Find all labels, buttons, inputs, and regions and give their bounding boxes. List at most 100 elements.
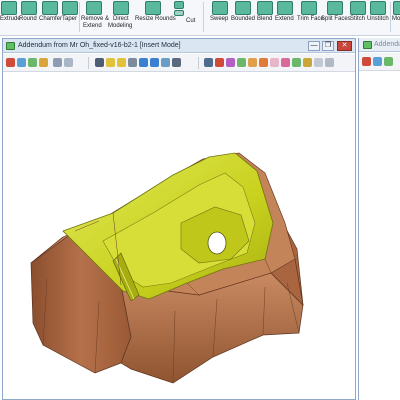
highlight-icon[interactable] [292,58,301,67]
taper-icon [62,1,78,15]
cut-label: Cut [186,18,196,24]
remove-extend-button[interactable]: Remove & Extend [81,0,110,34]
select-icon[interactable] [362,57,371,66]
shade-icon[interactable] [28,58,37,67]
split-faces-button[interactable]: Split Faces [321,0,351,34]
extend-button[interactable]: Extend [275,0,296,34]
zebra-icon[interactable] [270,58,279,67]
view-cube-icon[interactable] [161,58,170,67]
cut-icon [174,1,184,9]
analysis-icon[interactable] [237,58,246,67]
deviation-icon[interactable] [281,58,290,67]
light-2-icon[interactable] [117,58,126,67]
round-label: Round [19,16,37,22]
extrude-icon [1,1,17,15]
bounded-button[interactable]: Bounded [231,0,255,34]
view-toolbar [3,54,355,72]
blend-label: Blend [257,16,273,22]
render-mode-icon[interactable] [39,58,48,67]
more-button[interactable]: Mo [392,0,400,34]
ribbon-divider [390,2,391,32]
zoom-icon[interactable] [172,58,181,67]
window-titlebar: Addendum from Mr Oh_fixed-v16-b2-1 [Inse… [3,39,355,53]
main-document-window: Addendum from Mr Oh_fixed-v16-b2-1 [Inse… [2,38,356,400]
secondary-document-window: Addendum [358,38,400,400]
mold-model [30,152,304,384]
blend-icon [257,1,273,15]
pick-filter-icon[interactable] [17,58,26,67]
remove-extend-label-2: Extend [83,23,102,29]
more-icon [393,1,400,15]
round-icon [21,1,37,15]
toolbar-divider [88,57,89,69]
bounded-label: Bounded [231,16,256,22]
extrude-button[interactable]: Extrude [0,0,21,34]
sweep-label: Sweep [210,16,229,22]
curvature-icon[interactable] [248,58,257,67]
resize-rounds-button[interactable]: Resize Rounds [135,0,176,34]
document-icon [6,42,15,50]
cut-button[interactable]: Cut [172,0,202,34]
window-title: Addendum from Mr Oh_fixed-v16-b2-1 [Inse… [18,42,181,49]
extrude-label: Extrude [0,16,21,22]
document-icon [363,41,372,49]
direct-modeling-label-2: Modeling [108,23,133,29]
taper-button[interactable]: Taper [62,0,78,34]
split-faces-icon [327,1,343,15]
minimize-button[interactable]: — [308,41,320,51]
unstitch-button[interactable]: Unstitch [367,0,389,34]
round-button[interactable]: Round [19,0,37,34]
taper-label: Taper [62,16,78,22]
remove-extend-label: Remove & [81,16,110,22]
ribbon-divider [203,2,204,32]
sweep-icon [212,1,228,15]
resize-rounds-label: Resize Rounds [135,16,176,22]
shade-icon[interactable] [384,57,393,66]
snap-icon[interactable] [95,58,104,67]
view-dropdown-icon[interactable] [53,58,62,67]
secondary-window-title: Addendum [374,41,400,48]
toolbar-divider [198,57,199,69]
resize-rounds-icon [145,1,161,15]
secondary-view-toolbar [359,53,400,71]
unstitch-icon [370,1,386,15]
trim-face-label: Trim Face [297,16,324,22]
measure-icon[interactable] [226,58,235,67]
chevron-down-icon[interactable] [64,58,73,67]
stitch-icon [350,1,366,15]
mirror-icon[interactable] [128,58,137,67]
cut-option-icon [174,10,184,16]
section-icon[interactable] [215,58,224,67]
ribbon-divider [79,2,80,32]
draft-icon[interactable] [259,58,268,67]
select-icon[interactable] [6,58,15,67]
trim-face-icon [301,1,317,15]
blend-button[interactable]: Blend [256,0,274,34]
chamfer-label: Chamfer [39,16,63,22]
options-icon[interactable] [325,58,334,67]
restore-button[interactable]: ❐ [322,41,334,51]
split-faces-label: Split Faces [321,16,351,22]
extend-label: Extend [275,16,294,22]
secondary-window-titlebar[interactable]: Addendum [359,38,400,52]
light-icon[interactable] [106,58,115,67]
ribbon-toolbar: Extrude Round Chamfer Taper Remove & Ext… [0,0,400,36]
direct-modeling-label: Direct [113,16,129,22]
unstitch-label: Unstitch [367,16,389,22]
trim-face-button[interactable]: Trim Face [297,0,324,34]
direct-modeling-icon [113,1,129,15]
arrow-left-icon[interactable] [139,58,148,67]
direct-modeling-button[interactable]: Direct Modeling [108,0,134,34]
graphics-viewport[interactable] [3,73,355,399]
arrow-right-icon[interactable] [150,58,159,67]
stitch-button[interactable]: Stitch [350,0,366,34]
remove-extend-icon [86,1,102,15]
eraser-icon[interactable] [314,58,323,67]
chamfer-button[interactable]: Chamfer [39,0,63,34]
close-button[interactable]: ✕ [337,41,352,51]
sweep-button[interactable]: Sweep [210,0,230,34]
more-label: Mo [392,16,400,22]
pencil-icon[interactable] [303,58,312,67]
pick-filter-icon[interactable] [373,57,382,66]
rotate-icon[interactable] [204,58,213,67]
